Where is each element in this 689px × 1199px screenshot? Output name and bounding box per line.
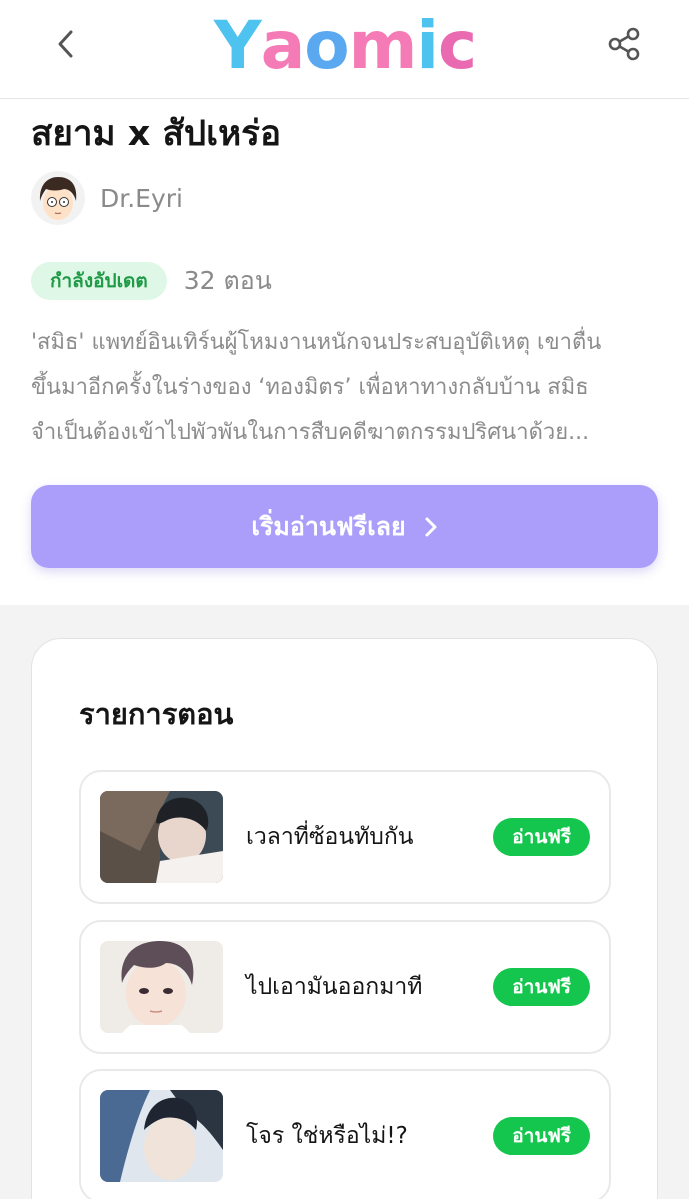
logo-letter: Y	[213, 7, 262, 84]
free-read-badge[interactable]: อ่านฟรี	[493, 1117, 590, 1155]
episode-title: เวลาที่ซ้อนทับกัน	[246, 824, 414, 850]
comic-title: สยาม x สัปเหร่อ	[31, 114, 281, 154]
episode-item[interactable]: โจร ใช่หรือไม่!? อ่านฟรี	[79, 1069, 611, 1199]
episode-title: โจร ใช่หรือไม่!?	[246, 1123, 408, 1149]
author-avatar	[31, 171, 85, 225]
logo-letter: a	[260, 7, 306, 84]
chevron-left-icon	[58, 30, 73, 58]
top-bar: Y a o m i c	[0, 0, 689, 99]
start-reading-label: เริ่มอ่านฟรีเลย	[251, 511, 406, 541]
episode-item[interactable]: ไปเอามันออกมาที อ่านฟรี	[79, 920, 611, 1054]
episode-count: 32 ตอน	[183, 266, 272, 295]
share-icon	[608, 27, 640, 61]
synopsis-line: 'สมิธ' แพทย์อินเทิร์นผู้โหมงานหนักจนประส…	[31, 330, 602, 355]
author-name[interactable]: Dr.Eyri	[100, 184, 183, 213]
free-read-badge[interactable]: อ่านฟรี	[493, 818, 590, 856]
author-row[interactable]: Dr.Eyri	[31, 170, 183, 226]
episode-title: ไปเอามันออกมาที	[246, 974, 423, 1000]
status-row: กำลังอัปเดต 32 ตอน	[31, 262, 272, 300]
synopsis-line: ขึ้นมาอีกครั้งในร่างของ ‘ทองมิตร’ เพื่อห…	[31, 375, 589, 400]
logo-letter: c	[437, 7, 477, 84]
episode-item[interactable]: เวลาที่ซ้อนทับกัน อ่านฟรี	[79, 770, 611, 904]
chevron-right-icon	[424, 516, 438, 538]
episode-thumbnail	[100, 941, 223, 1033]
logo-letter: o	[304, 7, 349, 84]
status-badge: กำลังอัปเดต	[31, 262, 167, 300]
episode-list-heading: รายการตอน	[79, 697, 234, 731]
episode-thumbnail	[100, 1090, 223, 1182]
start-reading-button[interactable]: เริ่มอ่านฟรีเลย	[31, 485, 658, 568]
share-button[interactable]	[600, 22, 648, 66]
synopsis-line: จำเป็นต้องเข้าไปพัวพันในการสืบคดีฆาตกรรม…	[31, 420, 590, 445]
episode-thumbnail	[100, 791, 223, 883]
yaomic-logo: Y a o m i c	[204, 6, 486, 86]
synopsis: 'สมิธ' แพทย์อินเทิร์นผู้โหมงานหนักจนประส…	[31, 320, 661, 455]
back-button[interactable]	[44, 22, 88, 66]
logo-letter: m	[348, 7, 418, 84]
episode-list-card: รายการตอน เวลาที่ซ้อนทับกัน อ่านฟรี ไปเอ…	[31, 638, 658, 1199]
free-read-badge[interactable]: อ่านฟรี	[493, 968, 590, 1006]
logo-letter: i	[416, 7, 439, 84]
